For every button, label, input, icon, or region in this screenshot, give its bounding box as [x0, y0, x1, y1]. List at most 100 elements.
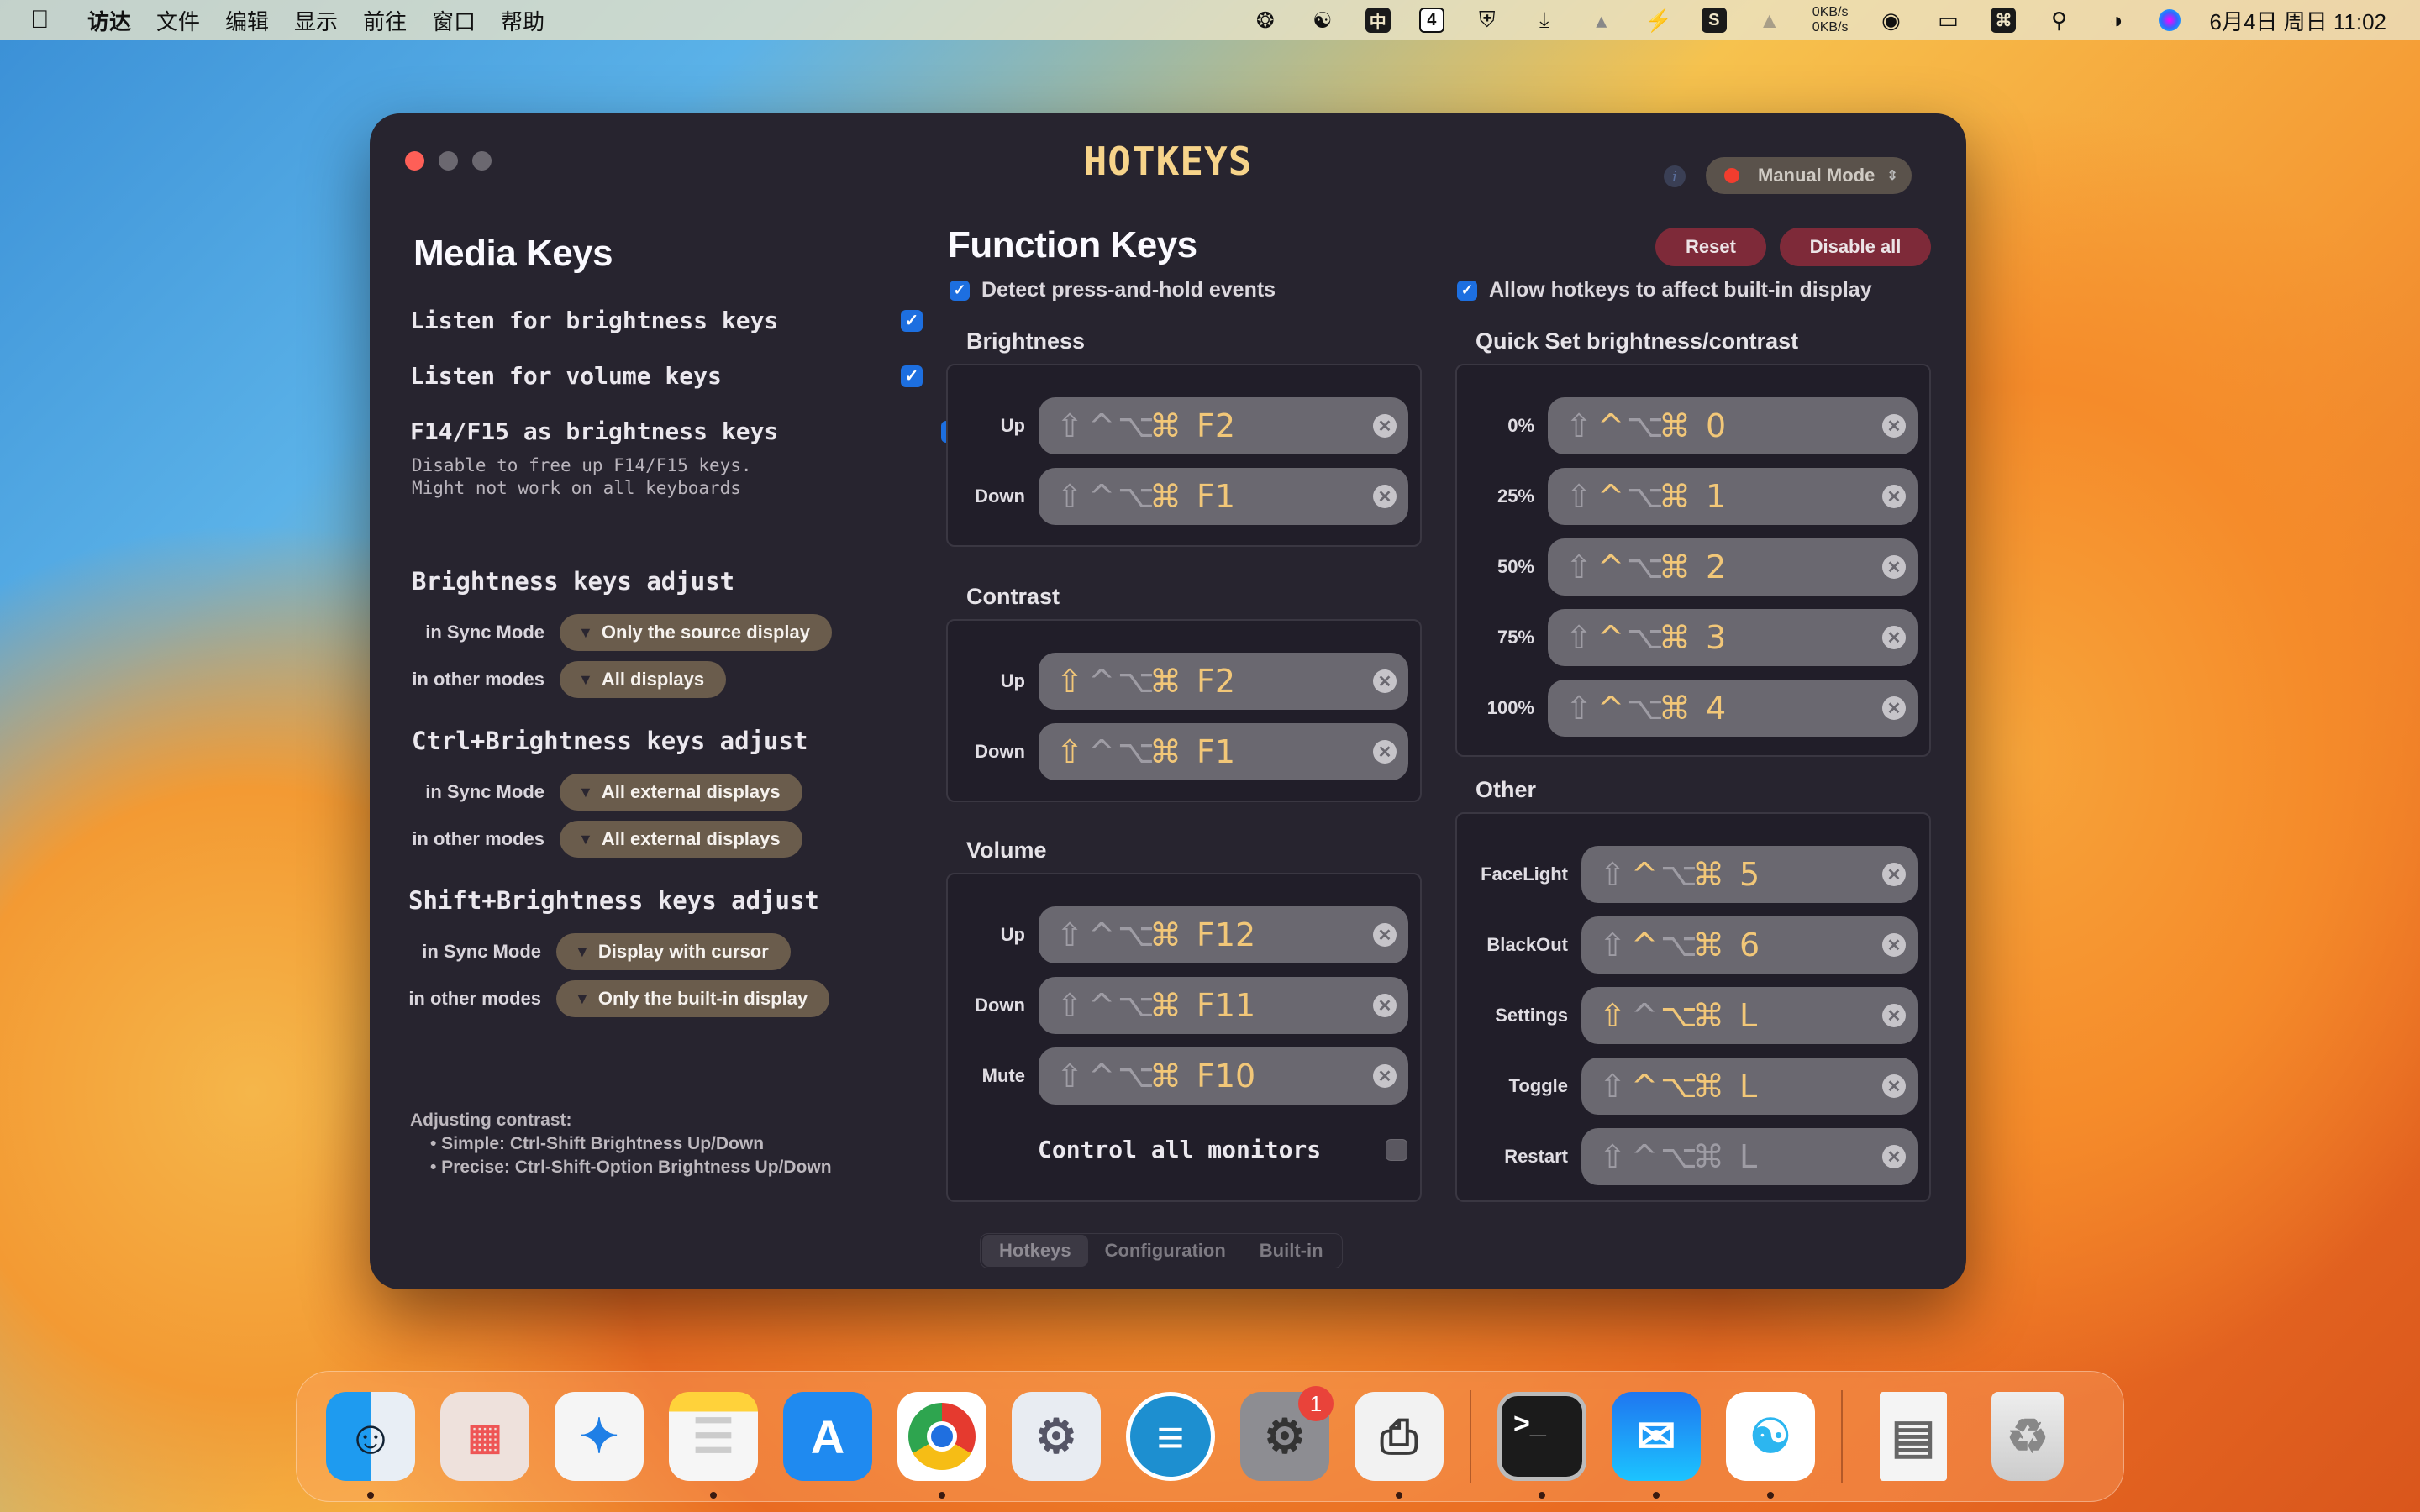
command-modifier-toggle[interactable]: ⌘	[1150, 733, 1181, 770]
command-modifier-toggle[interactable]: ⌘	[1692, 856, 1724, 893]
mode-select[interactable]: Manual Mode ⇕	[1706, 157, 1912, 194]
control-modifier-toggle[interactable]: ^	[1595, 549, 1627, 585]
clear-hotkey-icon[interactable]: ✕	[1882, 1145, 1906, 1168]
hotkey-recorder[interactable]: ⇧ ^ ⌥ ⌘ 5 ✕	[1581, 846, 1918, 903]
option-modifier-toggle[interactable]: ⌥	[1627, 690, 1664, 727]
dock-chrome[interactable]	[885, 1379, 999, 1499]
hotkey-recorder[interactable]: ⇧ ^ ⌥ ⌘ L ✕	[1581, 987, 1918, 1044]
hotkey-recorder[interactable]: ⇧ ^ ⌥ ⌘ F10 ✕	[1039, 1047, 1408, 1105]
command-modifier-toggle[interactable]: ⌘	[1150, 1058, 1181, 1095]
shift-modifier-toggle[interactable]: ⇧	[1597, 927, 1628, 963]
control-modifier-toggle[interactable]: ^	[1595, 478, 1627, 515]
shift-modifier-toggle[interactable]: ⇧	[1054, 478, 1086, 515]
control-modifier-toggle[interactable]: ^	[1595, 619, 1627, 656]
control-modifier-toggle[interactable]: ^	[1628, 1068, 1660, 1105]
baidu-cloud-icon[interactable]: ☯	[1308, 6, 1337, 34]
control-modifier-toggle[interactable]: ^	[1086, 987, 1118, 1024]
option-modifier-toggle[interactable]: ⌥	[1660, 927, 1697, 963]
clear-hotkey-icon[interactable]: ✕	[1882, 555, 1906, 579]
control-center-icon[interactable]: ◑	[2102, 6, 2130, 34]
shift-modifier-toggle[interactable]: ⇧	[1563, 549, 1595, 585]
hotkey-recorder[interactable]: ⇧ ^ ⌥ ⌘ 4 ✕	[1548, 680, 1918, 737]
network-speed[interactable]: 0KB/s 0KB/s	[1812, 5, 1849, 35]
reset-button[interactable]: Reset	[1655, 228, 1766, 266]
command-modifier-toggle[interactable]: ⌘	[1692, 997, 1724, 1034]
hotkey-recorder[interactable]: ⇧ ^ ⌥ ⌘ F11 ✕	[1039, 977, 1408, 1034]
hotkey-recorder[interactable]: ⇧ ^ ⌥ ⌘ F12 ✕	[1039, 906, 1408, 963]
shift-modifier-toggle[interactable]: ⇧	[1054, 987, 1086, 1024]
cat-icon[interactable]: ▲	[1755, 6, 1784, 34]
film-reel-icon[interactable]: ❂	[1251, 6, 1280, 34]
dock-baidu-netdisk[interactable]: ☯	[1713, 1379, 1828, 1499]
tab-built-in[interactable]: Built-in	[1243, 1235, 1340, 1267]
option-modifier-toggle[interactable]: ⌥	[1627, 478, 1664, 515]
clear-hotkey-icon[interactable]: ✕	[1882, 1074, 1906, 1098]
clear-hotkey-icon[interactable]: ✕	[1373, 414, 1397, 438]
option-modifier-toggle[interactable]: ⌥	[1627, 407, 1664, 444]
dock-disk-image[interactable]: ▤	[1856, 1379, 1970, 1494]
menu-help[interactable]: 帮助	[501, 5, 544, 36]
dock-terminal[interactable]: >_	[1485, 1379, 1599, 1499]
dock-trash[interactable]: ♻	[1970, 1379, 2085, 1494]
brightness-sync-popup[interactable]: ▼ Only the source display	[560, 614, 833, 651]
clear-hotkey-icon[interactable]: ✕	[1373, 994, 1397, 1017]
control-modifier-toggle[interactable]: ^	[1086, 1058, 1118, 1095]
option-modifier-toggle[interactable]: ⌥	[1118, 663, 1155, 700]
clear-hotkey-icon[interactable]: ✕	[1373, 669, 1397, 693]
shift-modifier-toggle[interactable]: ⇧	[1563, 690, 1595, 727]
control-modifier-toggle[interactable]: ^	[1628, 1138, 1660, 1175]
search-icon[interactable]: ⚲	[2044, 6, 2073, 34]
display-icon[interactable]: ▭	[1933, 6, 1962, 34]
option-modifier-toggle[interactable]: ⌥	[1118, 733, 1155, 770]
menu-file[interactable]: 文件	[156, 5, 200, 36]
shift-modifier-toggle[interactable]: ⇧	[1597, 997, 1628, 1034]
option-modifier-toggle[interactable]: ⌥	[1660, 1138, 1697, 1175]
shift-brightness-other-popup[interactable]: ▼ Only the built-in display	[556, 980, 830, 1017]
detect-hold-checkbox[interactable]: ✓	[950, 280, 970, 301]
dock-finder[interactable]: ☺	[313, 1379, 428, 1499]
menu-edit[interactable]: 编辑	[225, 5, 269, 36]
hotkey-recorder[interactable]: ⇧ ^ ⌥ ⌘ F2 ✕	[1039, 653, 1408, 710]
control-modifier-toggle[interactable]: ^	[1595, 690, 1627, 727]
command-modifier-toggle[interactable]: ⌘	[1692, 1138, 1724, 1175]
menu-window[interactable]: 窗口	[432, 5, 476, 36]
shift-modifier-toggle[interactable]: ⇧	[1597, 856, 1628, 893]
option-modifier-toggle[interactable]: ⌥	[1118, 1058, 1155, 1095]
tab-hotkeys[interactable]: Hotkeys	[982, 1235, 1088, 1267]
menu-finder[interactable]: 访达	[87, 5, 131, 36]
command-modifier-toggle[interactable]: ⌘	[1150, 478, 1181, 515]
control-modifier-toggle[interactable]: ^	[1086, 916, 1118, 953]
shift-modifier-toggle[interactable]: ⇧	[1054, 663, 1086, 700]
command-modifier-toggle[interactable]: ⌘	[1150, 663, 1181, 700]
dock-lunar[interactable]: ≡	[1113, 1379, 1228, 1494]
clear-hotkey-icon[interactable]: ✕	[1373, 485, 1397, 508]
broom-icon[interactable]: ▴	[1587, 6, 1616, 34]
clear-hotkey-icon[interactable]: ✕	[1882, 1004, 1906, 1027]
hotkey-recorder[interactable]: ⇧ ^ ⌥ ⌘ 6 ✕	[1581, 916, 1918, 974]
dock-safari[interactable]: ✦	[542, 1379, 656, 1494]
option-modifier-toggle[interactable]: ⌥	[1118, 407, 1155, 444]
option-modifier-toggle[interactable]: ⌥	[1627, 549, 1664, 585]
clear-hotkey-icon[interactable]: ✕	[1882, 626, 1906, 649]
command-modifier-toggle[interactable]: ⌘	[1150, 407, 1181, 444]
clear-hotkey-icon[interactable]: ✕	[1373, 923, 1397, 947]
clear-hotkey-icon[interactable]: ✕	[1882, 863, 1906, 886]
control-modifier-toggle[interactable]: ^	[1595, 407, 1627, 444]
menu-view[interactable]: 显示	[294, 5, 338, 36]
disable-all-button[interactable]: Disable all	[1780, 228, 1931, 266]
listen-brightness-checkbox[interactable]: ✓	[901, 309, 923, 332]
ctrl-brightness-other-popup[interactable]: ▼ All external displays	[560, 821, 802, 858]
option-modifier-toggle[interactable]: ⌥	[1660, 856, 1697, 893]
shift-modifier-toggle[interactable]: ⇧	[1054, 407, 1086, 444]
hotkey-recorder[interactable]: ⇧ ^ ⌥ ⌘ 0 ✕	[1548, 397, 1918, 454]
input-method-icon[interactable]: 中	[1365, 8, 1391, 33]
menu-go[interactable]: 前往	[363, 5, 407, 36]
clear-hotkey-icon[interactable]: ✕	[1882, 933, 1906, 957]
hotkey-recorder[interactable]: ⇧ ^ ⌥ ⌘ L ✕	[1581, 1058, 1918, 1115]
option-modifier-toggle[interactable]: ⌥	[1118, 478, 1155, 515]
hotkey-recorder[interactable]: ⇧ ^ ⌥ ⌘ F2 ✕	[1039, 397, 1408, 454]
command-modifier-toggle[interactable]: ⌘	[1659, 478, 1691, 515]
command-modifier-toggle[interactable]: ⌘	[1659, 690, 1691, 727]
tab-configuration[interactable]: Configuration	[1088, 1235, 1243, 1267]
shift-modifier-toggle[interactable]: ⇧	[1054, 916, 1086, 953]
